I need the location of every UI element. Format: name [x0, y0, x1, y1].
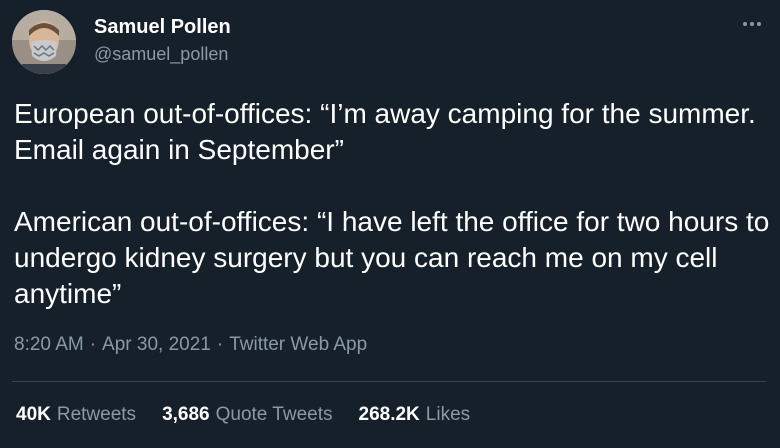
tweet-paragraph: American out-of-offices: “I have left th…: [14, 206, 770, 309]
tweet-meta: 8:20 AM · Apr 30, 2021 · Twitter Web App: [14, 334, 367, 356]
more-dots-icon[interactable]: [738, 14, 766, 34]
retweets-count: 40K: [16, 404, 51, 425]
display-name[interactable]: Samuel Pollen: [94, 16, 231, 39]
avatar-image: [12, 10, 76, 74]
likes-count: 268.2K: [358, 404, 420, 425]
divider: [12, 381, 766, 382]
retweets-label: Retweets: [56, 404, 137, 425]
tweet-card: Samuel Pollen @samuel_pollen European ou…: [0, 0, 780, 448]
quote-tweets-count: 3,686: [162, 404, 210, 425]
more-dot: [750, 22, 754, 26]
tweet-time[interactable]: 8:20 AM: [14, 334, 84, 355]
quote-tweets-label: Quote Tweets: [215, 404, 333, 425]
avatar[interactable]: [12, 10, 76, 74]
user-handle[interactable]: @samuel_pollen: [94, 44, 228, 65]
tweet-stats: 40K Retweets 3,686 Quote Tweets 268.2K Like…: [16, 404, 470, 426]
meta-separator: ·: [89, 334, 97, 355]
tweet-paragraph: European out-of-offices: “I’m away campi…: [14, 98, 756, 165]
meta-separator: ·: [216, 334, 224, 355]
quote-tweets-stat[interactable]: 3,686 Quote Tweets: [162, 404, 332, 426]
more-dot: [757, 22, 761, 26]
likes-stat[interactable]: 268.2K Likes: [359, 404, 471, 426]
tweet-text: European out-of-offices: “I’m away campi…: [14, 96, 774, 312]
tweet-source[interactable]: Twitter Web App: [229, 334, 367, 355]
retweets-stat[interactable]: 40K Retweets: [16, 404, 136, 426]
likes-label: Likes: [425, 404, 471, 425]
tweet-date[interactable]: Apr 30, 2021: [102, 334, 211, 355]
more-dot: [743, 22, 747, 26]
